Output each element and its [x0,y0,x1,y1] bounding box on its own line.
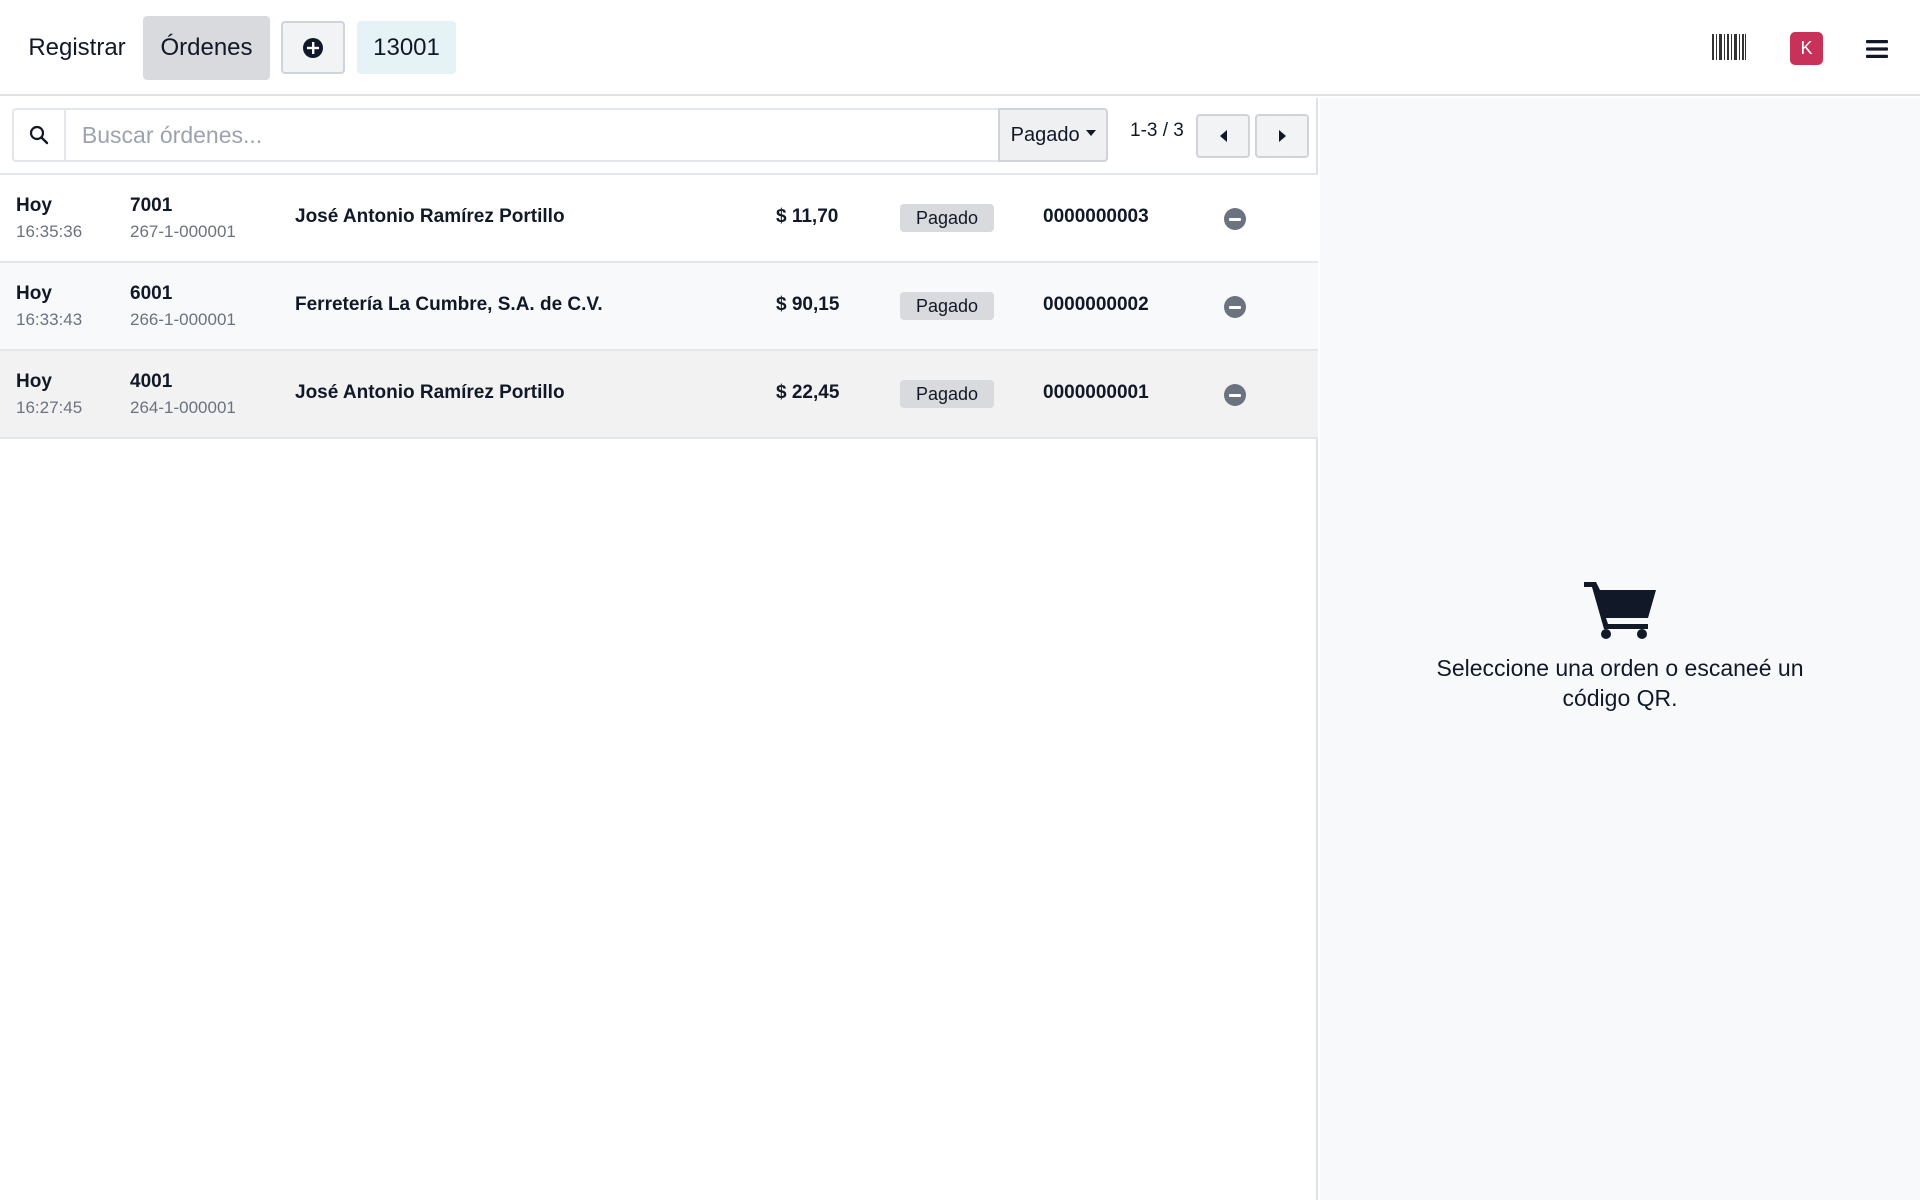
minus-circle-icon [1229,393,1241,397]
delete-order-button[interactable] [1224,296,1246,318]
order-ref: 264-1-000001 [130,398,236,417]
empty-state-message: Seleccione una orden o escaneé un código… [1320,653,1920,713]
order-total: $ 11,70 [776,206,839,227]
plus-circle-icon [303,37,323,58]
order-day: Hoy [16,195,52,216]
caret-right-icon [1278,130,1286,142]
order-row[interactable]: Hoy 16:33:43 6001 266-1-000001 Ferreterí… [0,263,1318,351]
order-list: Hoy 16:35:36 7001 267-1-000001 José Anto… [0,173,1318,439]
state-filter-dropdown[interactable]: Pagado [998,108,1108,162]
shopping-cart-icon [1584,582,1656,639]
order-time: 16:27:45 [16,398,83,417]
order-client: José Antonio Ramírez Portillo [295,382,565,403]
top-navbar: Registrar Órdenes 13001 K [0,0,1920,96]
order-ref: 267-1-000001 [130,222,236,241]
order-reference: 6001 266-1-000001 [130,281,236,333]
search-bar: Pagado [12,108,1108,162]
empty-state: Seleccione una orden o escaneé un código… [1320,578,1920,713]
caret-left-icon [1219,130,1227,142]
order-receipt-number: 0000000003 [1043,206,1149,227]
order-detail-panel: Seleccione una orden o escaneé un código… [1320,98,1920,1200]
main-menu-button[interactable] [1858,28,1896,70]
order-reference: 7001 267-1-000001 [130,193,236,245]
delete-order-button[interactable] [1224,208,1246,230]
order-time: 16:33:43 [16,310,83,329]
order-row[interactable]: Hoy 16:27:45 4001 264-1-000001 José Anto… [0,351,1318,439]
order-total: $ 90,15 [776,294,840,315]
order-receipt-number: 0000000001 [1043,382,1149,403]
barcode-icon [1712,34,1746,60]
hamburger-menu-icon [1866,40,1888,58]
minus-circle-icon [1229,305,1241,309]
minus-circle-icon [1229,217,1241,221]
orders-panel: Pagado 1-3 / 3 Hoy 16:35:36 7001 267-1-0… [0,98,1318,1200]
pager-prev-button[interactable] [1196,114,1250,158]
barcode-scanner-button[interactable] [1710,26,1748,68]
new-order-button[interactable] [281,21,345,74]
order-date: Hoy 16:35:36 [16,193,82,245]
order-total: $ 22,45 [776,382,840,403]
empty-state-line-1: Seleccione una orden o escaneé un [1436,655,1804,681]
order-row[interactable]: Hoy 16:35:36 7001 267-1-000001 José Anto… [0,175,1318,263]
status-badge: Pagado [900,380,995,408]
order-day: Hoy [16,283,52,304]
order-date: Hoy 16:27:45 [16,369,82,421]
status-badge: Pagado [900,204,995,232]
filter-selected-label: Pagado [1010,123,1080,146]
status-badge: Pagado [900,292,995,320]
order-reference: 4001 264-1-000001 [130,369,236,421]
search-icon-box[interactable] [12,108,64,162]
order-client: José Antonio Ramírez Portillo [295,206,565,227]
pager-count: 1-3 / 3 [1130,120,1184,141]
search-icon [29,125,49,145]
delete-order-button[interactable] [1224,384,1246,406]
pager-next-button[interactable] [1255,114,1309,158]
order-day: Hoy [16,371,52,392]
order-number: 6001 [130,283,173,304]
empty-state-line-2: código QR. [1562,685,1678,711]
order-ref: 266-1-000001 [130,310,236,329]
order-date: Hoy 16:33:43 [16,281,82,333]
order-number: 7001 [130,195,173,216]
orders-tab[interactable]: Órdenes [143,16,270,80]
order-client: Ferretería La Cumbre, S.A. de C.V. [295,294,603,315]
search-input[interactable] [63,108,999,162]
user-avatar[interactable]: K [1790,32,1823,65]
order-receipt-number: 0000000002 [1043,294,1149,315]
order-number: 4001 [130,371,173,392]
register-tab[interactable]: Registrar [14,16,140,80]
order-time: 16:35:36 [16,222,83,241]
caret-down-icon [1085,130,1096,136]
table-number-badge[interactable]: 13001 [357,21,456,74]
